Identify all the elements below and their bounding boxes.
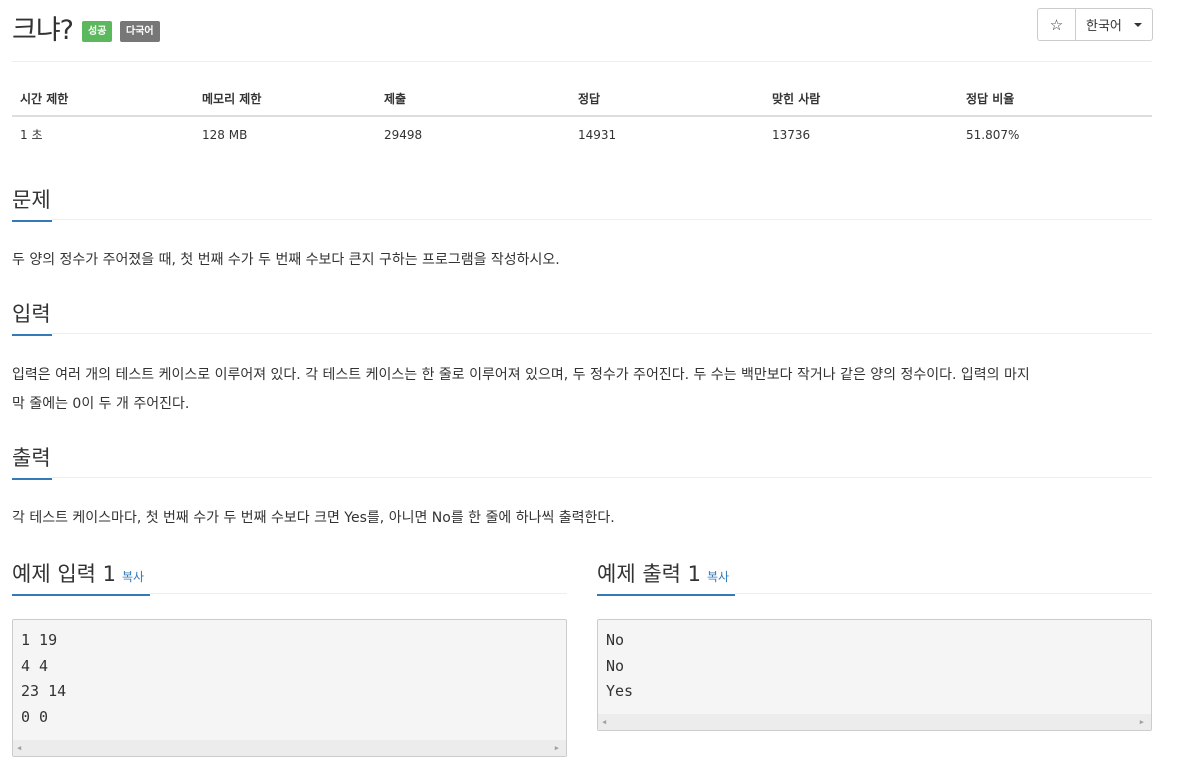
- star-button[interactable]: ☆: [1038, 9, 1076, 40]
- accepted-value: 14931: [578, 127, 617, 142]
- output-section-title: 출력: [12, 446, 51, 470]
- language-label: 한국어: [1086, 19, 1122, 34]
- scroll-right-icon[interactable]: ▶: [555, 744, 559, 752]
- copy-sample-output-link[interactable]: 복사: [707, 570, 729, 584]
- scroll-left-icon[interactable]: ◀: [17, 744, 21, 752]
- ratio-value: 51.807%: [966, 127, 1020, 142]
- sample-output-line: No: [606, 656, 625, 675]
- input-description-line-2: 막 줄에는 0이 두 개 주어진다.: [12, 396, 190, 412]
- scroll-left-icon[interactable]: ◀: [602, 718, 606, 726]
- horizontal-scrollbar[interactable]: ◀ ▶: [598, 714, 1151, 730]
- time-limit-value: 1 초: [20, 128, 43, 142]
- header-accepted: 정답: [570, 82, 764, 117]
- divider: [12, 61, 1152, 62]
- sample-output-heading: 예제 출력 1 복사: [597, 558, 735, 596]
- section-divider: [52, 333, 1152, 334]
- table-header-row: 시간 제한 메모리 제한 제출 정답 맞힌 사람 정답 비율: [12, 82, 1152, 117]
- heading-underline: [12, 334, 52, 336]
- copy-sample-input-link[interactable]: 복사: [122, 570, 144, 584]
- header-submissions: 제출: [376, 82, 570, 117]
- status-badge-success: 성공: [82, 21, 113, 42]
- sample-input-heading: 예제 입력 1 복사: [12, 558, 150, 596]
- heading-underline: [12, 594, 150, 596]
- problem-info-table: 시간 제한 메모리 제한 제출 정답 맞힌 사람 정답 비율 1 초 128 M…: [12, 82, 1152, 152]
- submissions-value: 29498: [384, 127, 423, 142]
- output-description: 각 테스트 케이스마다, 첫 번째 수가 두 번째 수보다 크면 Yes를, 아…: [12, 510, 615, 526]
- heading-underline: [12, 478, 52, 480]
- header-memory-limit: 메모리 제한: [194, 82, 376, 117]
- output-section-heading: 출력: [12, 442, 52, 480]
- table-row: 1 초 128 MB 29498 14931 13736 51.807%: [12, 116, 1152, 152]
- star-icon: ☆: [1049, 15, 1064, 34]
- language-dropdown[interactable]: 한국어: [1076, 9, 1152, 40]
- sample-input-line: 4 4: [21, 656, 49, 675]
- problem-toolbar: ☆ 한국어: [1037, 8, 1153, 41]
- horizontal-scrollbar[interactable]: ◀ ▶: [13, 740, 566, 756]
- section-divider: [735, 593, 1152, 594]
- input-section-title: 입력: [12, 302, 51, 326]
- section-divider: [150, 593, 567, 594]
- multilang-badge: 다국어: [120, 21, 160, 42]
- scroll-right-icon[interactable]: ▶: [1140, 718, 1144, 726]
- section-divider: [52, 477, 1152, 478]
- heading-underline: [597, 594, 735, 596]
- sample-input-line: 1 19: [21, 631, 58, 649]
- sample-output-box[interactable]: No No Yes ◀ ▶: [597, 619, 1152, 731]
- sample-output-line: No: [606, 631, 625, 649]
- sample-input-line: 23 14: [21, 682, 67, 700]
- section-divider: [52, 219, 1152, 220]
- header-time-limit: 시간 제한: [12, 82, 194, 117]
- solvers-value: 13736: [772, 127, 811, 142]
- problem-description: 두 양의 정수가 주어졌을 때, 첫 번째 수가 두 번째 수보다 큰지 구하는…: [12, 252, 560, 268]
- problem-section-heading: 문제: [12, 184, 52, 222]
- input-description: 입력은 여러 개의 테스트 케이스로 이루어져 있다. 각 테스트 케이스는 한…: [12, 361, 1152, 419]
- sample-input-line: 0 0: [21, 707, 49, 726]
- sample-output-line: Yes: [606, 682, 634, 700]
- heading-underline: [12, 220, 52, 222]
- header-solvers: 맞힌 사람: [764, 82, 958, 117]
- caret-down-icon: [1134, 22, 1142, 27]
- sample-input-title: 예제 입력 1: [12, 562, 116, 586]
- problem-title: 크냐?: [12, 15, 74, 46]
- header-ratio: 정답 비율: [958, 82, 1152, 117]
- input-section-heading: 입력: [12, 298, 52, 336]
- sample-output-title: 예제 출력 1: [597, 562, 701, 586]
- input-description-line-1: 입력은 여러 개의 테스트 케이스로 이루어져 있다. 각 테스트 케이스는 한…: [12, 367, 1030, 383]
- memory-limit-value: 128 MB: [202, 127, 248, 142]
- sample-input-box[interactable]: 1 19 4 4 23 14 0 0 ◀ ▶: [12, 619, 567, 757]
- problem-section-title: 문제: [12, 188, 51, 212]
